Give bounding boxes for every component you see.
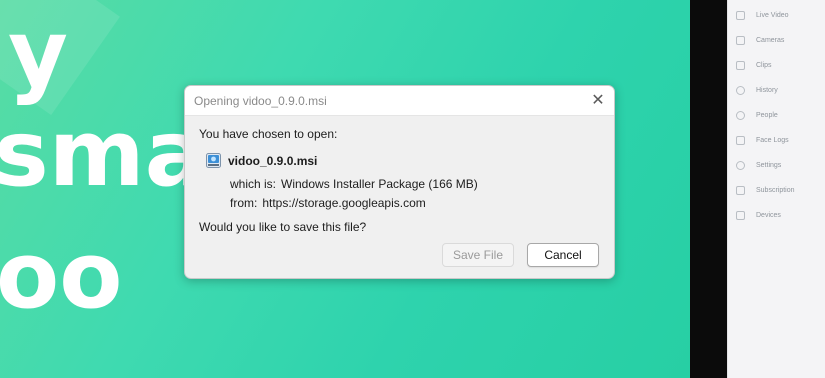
sidebar-item-label: History [756, 86, 778, 94]
dialog-title: Opening vidoo_0.9.0.msi [194, 94, 327, 108]
from-label: from: [230, 196, 258, 210]
hero-text-line-1: y [8, 0, 68, 107]
hero-text-line-2: sma [0, 100, 207, 207]
dialog-title-bar: Opening vidoo_0.9.0.msi ✕ [185, 86, 614, 116]
subscription-icon [736, 185, 745, 195]
clips-icon [736, 60, 745, 70]
history-icon [736, 85, 745, 95]
file-source-value: https://storage.googleapis.com [262, 196, 426, 210]
sidebar-item-history[interactable]: History [736, 82, 778, 98]
sidebar-item-label: Settings [756, 161, 782, 169]
which-is-label: which is: [230, 177, 277, 191]
sidebar-item-label: Devices [756, 211, 781, 219]
sidebar-item-label: Cameras [756, 36, 785, 44]
file-type-value: Windows Installer Package (166 MB) [281, 177, 478, 191]
sidebar-item-label: People [756, 111, 778, 119]
download-dialog: Opening vidoo_0.9.0.msi ✕ You have chose… [184, 85, 615, 279]
hero-text-line-3: oo [0, 222, 123, 329]
close-icon[interactable]: ✕ [586, 89, 610, 111]
camera-icon [736, 35, 745, 45]
people-icon [736, 110, 745, 120]
settings-icon [736, 160, 745, 170]
cancel-button[interactable]: Cancel [527, 243, 599, 267]
file-type-row: which is: Windows Installer Package (166 … [230, 177, 478, 191]
sidebar-item-clips[interactable]: Clips [736, 57, 772, 73]
sidebar-item-label: Face Logs [756, 136, 789, 144]
sidebar-item-settings[interactable]: Settings [736, 157, 781, 173]
sidebar-item-live-video[interactable]: Live Video [736, 7, 789, 23]
file-name: vidoo_0.9.0.msi [228, 153, 318, 168]
sidebar-item-cameras[interactable]: Cameras [736, 32, 784, 48]
chosen-label: You have chosen to open: [199, 127, 338, 141]
file-row: vidoo_0.9.0.msi [206, 153, 317, 168]
sidebar-item-label: Clips [756, 61, 772, 69]
sidebar-item-subscription[interactable]: Subscription [736, 182, 795, 198]
window-divider [690, 0, 727, 378]
sidebar-item-people[interactable]: People [736, 107, 778, 123]
devices-icon [736, 210, 745, 220]
sidebar-item-devices[interactable]: Devices [736, 207, 781, 223]
face-logs-icon [736, 135, 745, 145]
sidebar-item-label: Live Video [756, 11, 789, 19]
sidebar-item-label: Subscription [756, 186, 795, 194]
video-icon [736, 10, 745, 20]
file-source-row: from: https://storage.googleapis.com [230, 196, 426, 210]
save-file-button[interactable]: Save File [442, 243, 514, 267]
installer-package-icon [206, 153, 221, 168]
sidebar: Live Video Cameras Clips History People … [727, 0, 825, 378]
sidebar-item-face-logs[interactable]: Face Logs [736, 132, 789, 148]
save-question: Would you like to save this file? [199, 220, 367, 234]
